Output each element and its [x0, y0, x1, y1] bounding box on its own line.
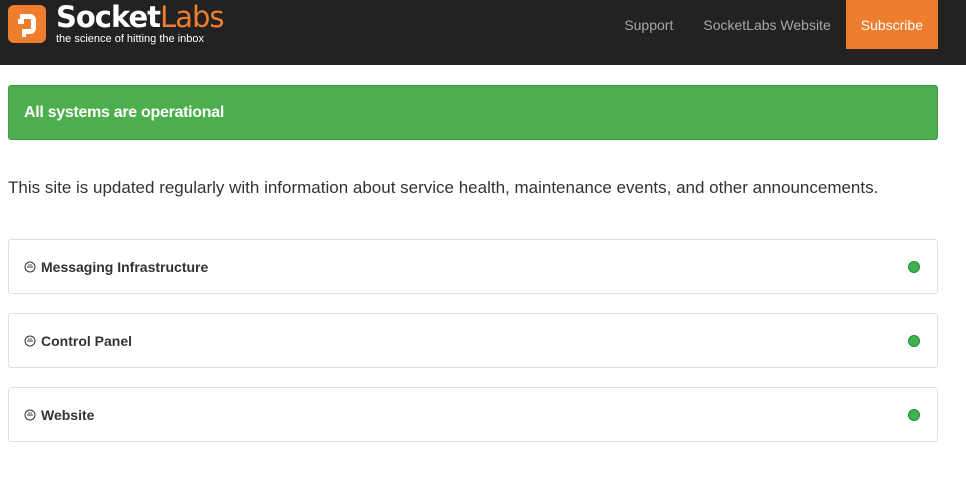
top-nav: Support SocketLabs Website Subscribe: [609, 0, 938, 49]
nav-support-link[interactable]: Support: [609, 0, 688, 49]
operational-status-icon: [908, 335, 920, 347]
component-messaging-infrastructure[interactable]: Messaging Infrastructure: [8, 239, 938, 294]
collapse-toggle-icon[interactable]: [24, 409, 36, 421]
status-banner: All systems are operational: [8, 85, 938, 140]
component-name: Website: [41, 406, 95, 423]
collapse-toggle-icon[interactable]: [24, 335, 36, 347]
operational-status-icon: [908, 261, 920, 273]
intro-text: This site is updated regularly with info…: [8, 178, 879, 197]
subscribe-button[interactable]: Subscribe: [845, 0, 938, 49]
logo-text: SocketLabs the science of hitting the in…: [56, 0, 225, 45]
component-name: Control Panel: [41, 332, 133, 349]
status-banner-text: All systems are operational: [24, 103, 224, 121]
nav-socketlabs-website-link[interactable]: SocketLabs Website: [688, 0, 845, 49]
logo-wordmark: SocketLabs: [56, 0, 225, 34]
collapse-toggle-icon[interactable]: [24, 261, 36, 273]
operational-status-icon: [908, 409, 920, 421]
logo-tagline: the science of hitting the inbox: [56, 33, 204, 45]
component-name: Messaging Infrastructure: [41, 258, 209, 275]
site-header: SocketLabs the science of hitting the in…: [0, 0, 966, 65]
socket-logo-icon: [8, 5, 46, 43]
component-website[interactable]: Website: [8, 387, 938, 442]
component-control-panel[interactable]: Control Panel: [8, 313, 938, 368]
socketlabs-logo[interactable]: SocketLabs the science of hitting the in…: [8, 0, 225, 45]
